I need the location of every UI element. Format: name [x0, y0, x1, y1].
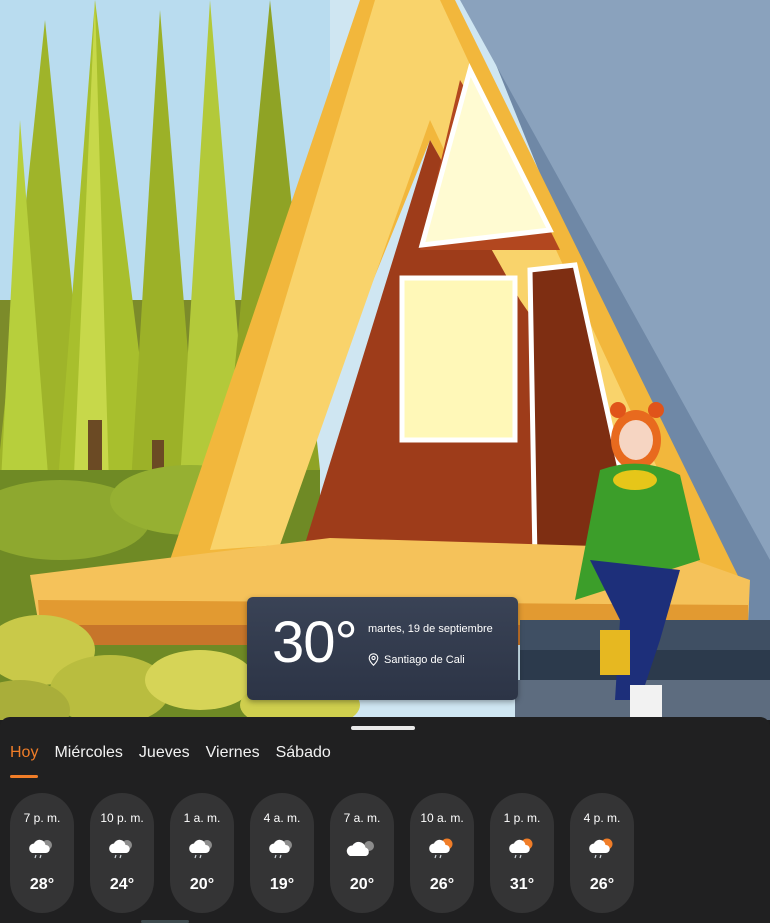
cloud-rain-icon [109, 839, 132, 859]
hour-time: 10 p. m. [100, 811, 144, 825]
tab-jueves[interactable]: Jueves [139, 744, 190, 778]
hour-temperature: 24° [109, 876, 135, 893]
cloud-rain-icon [29, 839, 52, 859]
hour-temperature: 19° [269, 876, 295, 893]
hourly-item[interactable]: 1 p. m. 31° [490, 793, 554, 913]
hourly-item[interactable]: 10 p. m. 24° [90, 793, 154, 913]
cloud-rain-icon [269, 839, 292, 859]
tab-sabado[interactable]: Sábado [276, 744, 331, 778]
hourly-item[interactable]: 10 a. m. 26° [410, 793, 474, 913]
hour-time: 7 p. m. [23, 811, 61, 825]
hourly-item[interactable]: 1 a. m. 20° [170, 793, 234, 913]
tab-miercoles[interactable]: Miércoles [54, 744, 122, 778]
hour-temperature: 28° [29, 876, 55, 893]
current-weather-card: 30° martes, 19 de septiembre Santiago de… [247, 597, 518, 700]
hour-temperature: 20° [189, 876, 215, 893]
hour-temperature: 26° [429, 876, 455, 893]
hourly-item[interactable]: 7 p. m. 28° [10, 793, 74, 913]
forecast-sheet: Hoy Miércoles Jueves Viernes Sábado 7 p.… [0, 717, 770, 923]
sun-cloud-rain-icon [429, 838, 453, 859]
hourly-item[interactable]: 4 p. m. 26° [570, 793, 634, 913]
hour-temperature: 26° [589, 876, 615, 893]
hourly-forecast-list: 7 p. m. 28° 10 p. m. 24° 1 a. m. 20° 4 a… [10, 793, 634, 913]
hour-temperature: 31° [509, 876, 535, 893]
day-tabs: Hoy Miércoles Jueves Viernes Sábado [10, 744, 331, 778]
sheet-drag-handle[interactable] [351, 726, 415, 730]
hour-time: 1 a. m. [183, 811, 221, 825]
current-date: martes, 19 de septiembre [368, 623, 493, 635]
hourly-item[interactable]: 7 a. m. 20° [330, 793, 394, 913]
hourly-item[interactable]: 4 a. m. 19° [250, 793, 314, 913]
tab-viernes[interactable]: Viernes [206, 744, 260, 778]
hour-time: 4 p. m. [583, 811, 621, 825]
tab-hoy[interactable]: Hoy [10, 744, 39, 778]
cloudy-icon [346, 841, 374, 856]
hour-time: 1 p. m. [503, 811, 541, 825]
hour-temperature: 20° [349, 876, 375, 893]
hour-time: 4 a. m. [263, 811, 301, 825]
hour-time: 10 a. m. [420, 811, 464, 825]
cloud-rain-icon [189, 839, 212, 859]
location-pin-icon [368, 653, 379, 666]
sun-cloud-rain-icon [509, 838, 533, 859]
sun-cloud-rain-icon [589, 838, 613, 859]
current-location: Santiago de Cali [368, 653, 465, 666]
location-name: Santiago de Cali [384, 653, 465, 666]
current-temperature: 30° [272, 610, 358, 675]
hour-time: 7 a. m. [343, 811, 381, 825]
